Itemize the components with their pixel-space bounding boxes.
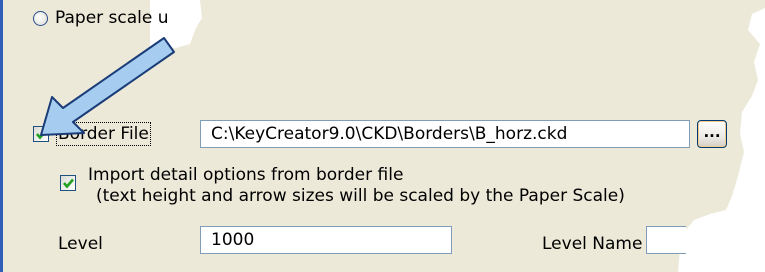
arrow-pointer-icon — [40, 37, 175, 136]
screenshot-crop: Paper scale u Border File C:\KeyCreator9… — [0, 0, 765, 272]
